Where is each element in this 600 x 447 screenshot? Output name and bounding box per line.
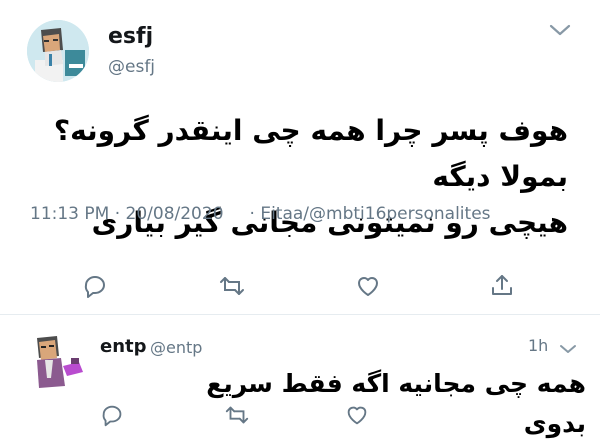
tweet-text-line: هوف پسر چرا همه چی اینقدر گرونه؟ بمولا د… [53, 114, 568, 193]
timestamp[interactable]: 11:13 PM · 20/08/2020 [30, 204, 224, 224]
tweet-source: · Eitaa/@mbti16personalites [249, 204, 491, 224]
retweet-icon[interactable] [218, 272, 246, 300]
avatar[interactable] [27, 332, 89, 396]
reply-tweet: entp @entp 1h همه چی مجانیه اگه فقط سریع… [0, 314, 600, 447]
chevron-down-icon[interactable] [548, 22, 572, 38]
user-handle[interactable]: @entp [150, 338, 202, 357]
reply-icon[interactable] [100, 402, 128, 430]
main-tweet: esfj @esfj هوف پسر چرا همه چی اینقدر گرو… [0, 0, 600, 312]
user-handle[interactable]: @esfj [108, 57, 155, 77]
tweet-text: هوف پسر چرا همه چی اینقدر گرونه؟ بمولا د… [20, 108, 568, 246]
share-icon[interactable] [488, 272, 516, 300]
timestamp[interactable]: 1h [528, 336, 548, 355]
display-name[interactable]: esfj [108, 24, 153, 49]
avatar-illustration [27, 20, 89, 82]
avatar[interactable] [27, 20, 89, 82]
chevron-down-icon[interactable] [559, 340, 577, 353]
retweet-icon[interactable] [224, 402, 252, 430]
display-name[interactable]: entp [100, 336, 147, 357]
heart-icon[interactable] [354, 272, 382, 300]
heart-icon[interactable] [344, 402, 372, 430]
avatar-illustration [27, 332, 89, 396]
reply-icon[interactable] [82, 272, 110, 300]
tweet-meta: 11:13 PM · 20/08/2020 · Eitaa/@mbti16pers… [30, 204, 491, 224]
